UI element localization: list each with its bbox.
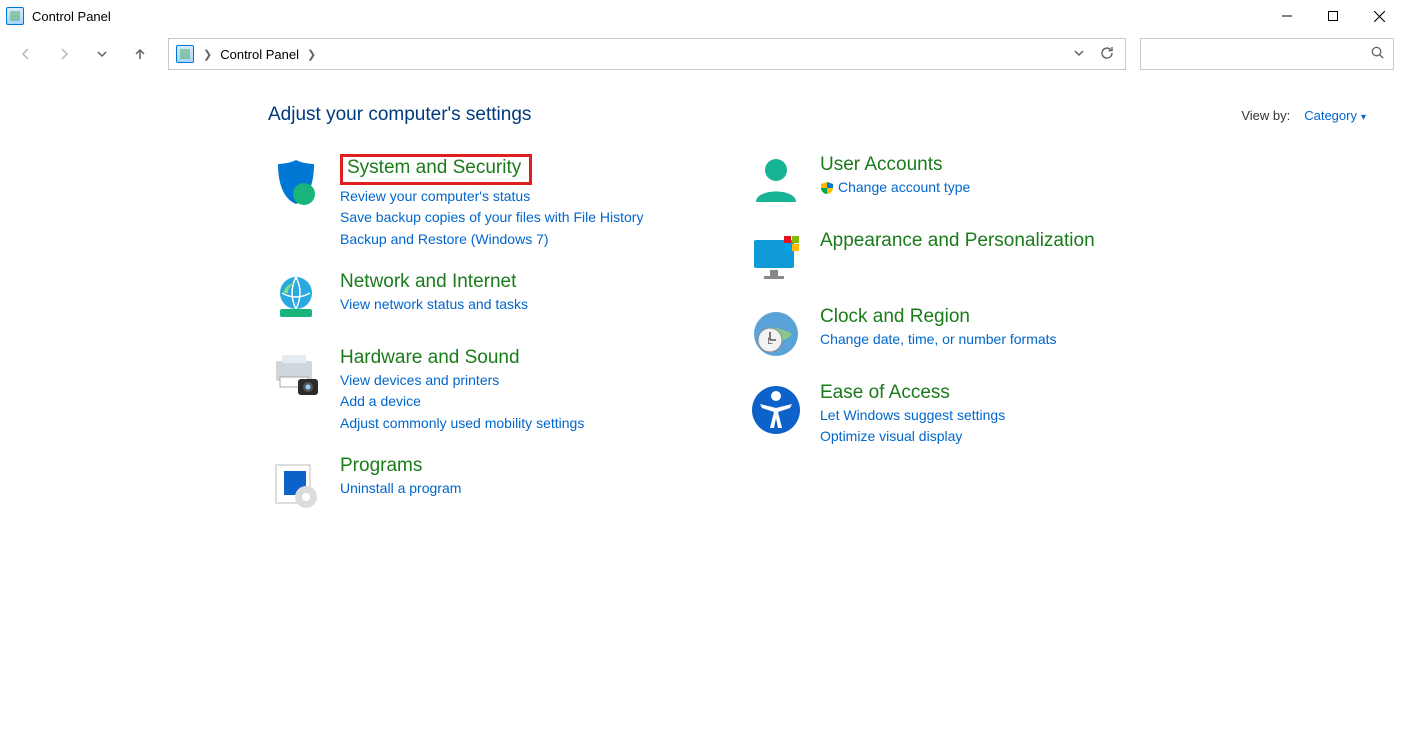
task-link[interactable]: View network status and tasks <box>340 294 528 316</box>
category-title-link[interactable]: Ease of Access <box>820 382 950 403</box>
content-area: Adjust your computer's settings View by:… <box>0 76 1402 511</box>
view-by-value[interactable]: Category▾ <box>1304 108 1366 123</box>
window-controls <box>1264 0 1402 32</box>
task-link[interactable]: Change date, time, or number formats <box>820 329 1057 351</box>
category-title-link[interactable]: Network and Internet <box>340 271 516 292</box>
category-clock-region: L Clock and Region Change date, time, or… <box>748 306 1168 362</box>
accessibility-icon <box>748 382 804 438</box>
up-button[interactable] <box>122 36 158 72</box>
programs-icon <box>268 455 324 511</box>
window-title: Control Panel <box>32 9 111 24</box>
category-hardware-sound: Hardware and Sound View devices and prin… <box>268 347 688 435</box>
search-icon <box>1370 45 1385 63</box>
category-programs: Programs Uninstall a program <box>268 455 688 511</box>
category-title-link[interactable]: Programs <box>340 455 422 476</box>
task-link[interactable]: Save backup copies of your files with Fi… <box>340 207 643 229</box>
category-system-security: System and Security Review your computer… <box>268 154 688 251</box>
highlight-box: System and Security <box>340 154 532 185</box>
category-title-link[interactable]: System and Security <box>347 157 521 178</box>
category-network-internet: Network and Internet View network status… <box>268 271 688 327</box>
category-title-link[interactable]: Hardware and Sound <box>340 347 520 368</box>
forward-button[interactable] <box>46 36 82 72</box>
task-link[interactable]: Adjust commonly used mobility settings <box>340 413 584 435</box>
control-panel-icon <box>6 7 24 25</box>
refresh-button[interactable] <box>1099 45 1115 64</box>
minimize-button[interactable] <box>1264 0 1310 32</box>
titlebar: Control Panel <box>0 0 1402 32</box>
breadcrumb-item[interactable]: Control Panel <box>220 47 299 62</box>
category-grid: System and Security Review your computer… <box>268 154 1366 511</box>
category-user-accounts: User Accounts Change account type <box>748 154 1168 210</box>
shield-icon <box>268 154 324 210</box>
task-link[interactable]: Change account type <box>820 177 970 199</box>
view-by-label: View by: <box>1241 108 1290 123</box>
back-button[interactable] <box>8 36 44 72</box>
task-link[interactable]: Uninstall a program <box>340 478 461 500</box>
close-button[interactable] <box>1356 0 1402 32</box>
navbar: ❯ Control Panel ❯ <box>0 32 1402 76</box>
category-ease-of-access: Ease of Access Let Windows suggest setti… <box>748 382 1168 448</box>
category-title-link[interactable]: Clock and Region <box>820 306 970 327</box>
task-link[interactable]: Let Windows suggest settings <box>820 405 1005 427</box>
printer-camera-icon <box>268 347 324 403</box>
task-link[interactable]: Optimize visual display <box>820 426 1005 448</box>
address-bar[interactable]: ❯ Control Panel ❯ <box>168 38 1126 70</box>
task-link[interactable]: Backup and Restore (Windows 7) <box>340 229 643 251</box>
clock-icon: L <box>748 306 804 362</box>
caret-down-icon: ▾ <box>1361 112 1366 123</box>
user-icon <box>748 154 804 210</box>
task-link[interactable]: Add a device <box>340 391 584 413</box>
task-link[interactable]: Review your computer's status <box>340 186 643 208</box>
uac-shield-icon <box>820 181 834 195</box>
maximize-button[interactable] <box>1310 0 1356 32</box>
category-title-link[interactable]: User Accounts <box>820 154 943 175</box>
category-appearance-personalization: Appearance and Personalization <box>748 230 1168 286</box>
page-heading: Adjust your computer's settings <box>268 104 531 126</box>
recent-locations-button[interactable] <box>84 36 120 72</box>
view-by-selector[interactable]: View by: Category▾ <box>1241 108 1366 123</box>
control-panel-icon <box>175 44 195 64</box>
category-column-right: User Accounts Change account type <box>748 154 1168 511</box>
chevron-right-icon[interactable]: ❯ <box>307 48 316 61</box>
monitor-icon <box>748 230 804 286</box>
globe-icon <box>268 271 324 327</box>
search-box[interactable] <box>1140 38 1394 70</box>
task-link[interactable]: View devices and printers <box>340 370 584 392</box>
content-header: Adjust your computer's settings View by:… <box>268 104 1366 126</box>
chevron-right-icon[interactable]: ❯ <box>203 48 212 61</box>
category-column-left: System and Security Review your computer… <box>268 154 688 511</box>
chevron-down-icon[interactable] <box>1073 47 1085 62</box>
category-title-link[interactable]: Appearance and Personalization <box>820 230 1095 251</box>
